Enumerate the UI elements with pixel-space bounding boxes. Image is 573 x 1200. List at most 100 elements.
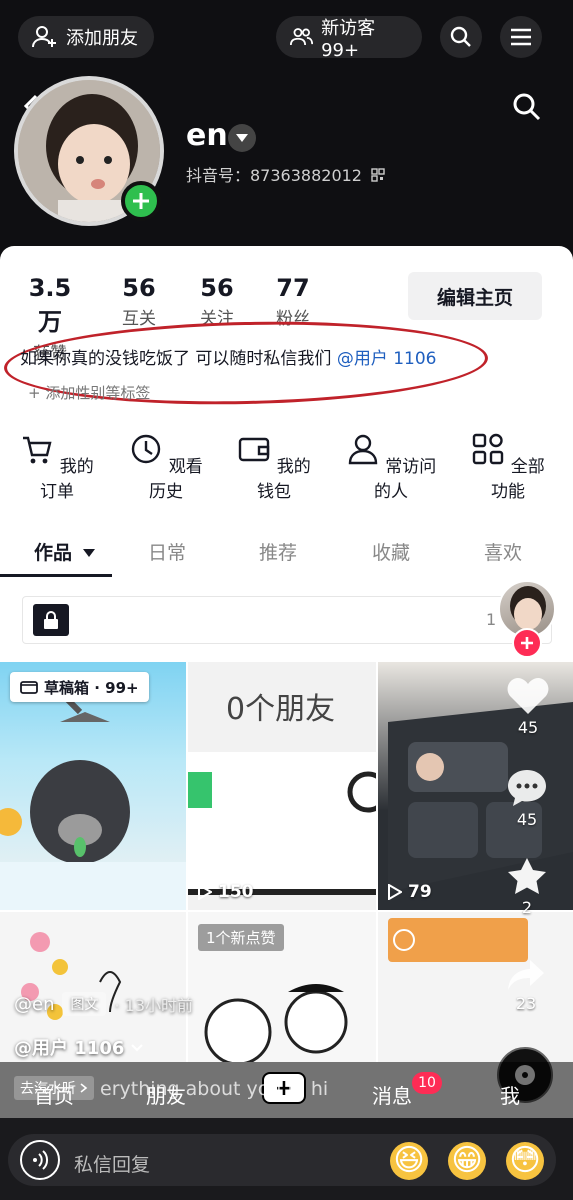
like-button[interactable]: 45: [506, 676, 550, 737]
hamburger-icon: [511, 28, 531, 46]
tab-label: 作品: [34, 542, 73, 564]
people-icon: [290, 28, 314, 46]
play-count-value: 79: [408, 882, 432, 902]
stat-value: 56: [200, 274, 234, 302]
stat-mutual[interactable]: 56 互关: [110, 274, 168, 329]
reply-placeholder: 私信回复: [74, 1154, 151, 1176]
avatar-add-button[interactable]: [121, 181, 161, 221]
tab-favorites[interactable]: 收藏: [372, 538, 410, 565]
private-works-count: 1: [486, 610, 497, 629]
comment-button[interactable]: 45: [506, 768, 548, 829]
caret-down-icon: [82, 549, 95, 557]
share-arrow-icon: [508, 960, 544, 990]
tab-likes[interactable]: 喜欢: [484, 538, 522, 565]
search-button[interactable]: [440, 16, 482, 58]
douyin-id-text: 抖音号：87363882012: [186, 166, 362, 185]
grid-icon: [473, 433, 504, 465]
drafts-badge[interactable]: 草稿箱 · 99+: [10, 672, 149, 702]
add-person-icon: [32, 26, 56, 48]
lock-icon: [33, 604, 69, 636]
favorite-button[interactable]: 2: [506, 856, 548, 917]
private-works-row[interactable]: 私密作品: [22, 596, 552, 644]
qr-code-icon: [371, 168, 385, 182]
content-tabs: 作品 日常 推荐 收藏 喜欢: [0, 528, 573, 576]
clock-icon: [132, 434, 161, 464]
wallet-icon: [239, 437, 270, 462]
plus-icon: [521, 637, 533, 649]
author-handle: @en: [14, 993, 55, 1015]
voice-wave-icon: [33, 1150, 49, 1170]
new-like-badge: 1个新点赞: [198, 924, 284, 951]
tab-recommend[interactable]: 推荐: [259, 538, 297, 565]
add-friend-button[interactable]: 添加朋友: [18, 16, 154, 58]
func-label: 常访问的人: [374, 457, 437, 502]
share-button[interactable]: 23: [506, 958, 546, 1013]
post-mention[interactable]: @用户 1106: [14, 1034, 143, 1060]
friends-count-overlay: 0个朋友: [226, 692, 336, 727]
music-marquee: erything about you in hi: [100, 1078, 329, 1100]
comment-count: 45: [516, 810, 538, 829]
bio-mention-link[interactable]: @用户 1106: [337, 349, 437, 369]
menu-button[interactable]: [500, 16, 542, 58]
emoji-laugh-cry-icon[interactable]: 😆: [390, 1142, 428, 1180]
cart-icon: [23, 436, 52, 464]
bio: 如果你真的没钱吃饭了 可以随时私信我们 @用户 1106: [20, 344, 436, 369]
post-author[interactable]: @en 图文 · 13小时前: [14, 992, 193, 1016]
messages-badge: 10: [412, 1072, 442, 1094]
favorite-count: 2: [521, 898, 533, 917]
new-visitors-button[interactable]: 新访客 99+: [276, 16, 422, 61]
drafts-icon: [20, 681, 38, 694]
follow-plus-button[interactable]: [512, 628, 542, 658]
bio-text: 如果你真的没钱吃饭了 可以随时私信我们: [20, 349, 332, 369]
music-app-tag-text: 去汽水听: [20, 1081, 76, 1097]
drafts-label: 草稿箱 · 99+: [44, 678, 139, 697]
post-time: · 13小时前: [114, 996, 194, 1015]
play-icon: [198, 884, 212, 900]
stat-value: 77: [276, 274, 310, 302]
stat-following[interactable]: 56 关注: [188, 274, 246, 329]
func-wallet[interactable]: 我的钱包: [234, 432, 314, 502]
post-type-tag: 图文: [62, 992, 107, 1016]
music-app-tag[interactable]: 去汽水听: [14, 1076, 95, 1100]
plus-icon: [133, 193, 149, 209]
douyin-id[interactable]: 抖音号：87363882012: [186, 162, 385, 186]
heart-icon: [507, 678, 549, 714]
func-frequent[interactable]: 常访问的人: [342, 432, 440, 502]
edit-profile-button[interactable]: 编辑主页: [408, 272, 542, 320]
private-works-label: 私密作品: [81, 612, 149, 633]
stat-label: 互关: [122, 309, 156, 329]
add-tags-link[interactable]: + 添加性别等标签: [28, 382, 150, 403]
share-count: 23: [515, 994, 537, 1013]
person-icon: [348, 434, 377, 465]
top-bar: 添加朋友 新访客 99+: [0, 0, 573, 76]
stat-value: 56: [122, 274, 156, 302]
func-history[interactable]: 观看历史: [124, 432, 208, 502]
tab-indicator: [0, 574, 112, 577]
search-icon: [450, 26, 471, 47]
chevron-down-icon: [130, 1044, 143, 1052]
like-count: 45: [517, 718, 539, 737]
caret-down-icon: [236, 134, 248, 142]
add-friend-label: 添加朋友: [66, 28, 138, 49]
tab-daily[interactable]: 日常: [148, 538, 186, 565]
comment-icon: [508, 770, 546, 806]
new-visitors-label: 新访客 99+: [321, 17, 376, 61]
chevron-right-icon: [80, 1083, 88, 1093]
post-mention-text: @用户 1106: [14, 1038, 125, 1059]
play-count: 150: [198, 882, 254, 902]
search-icon[interactable]: [512, 92, 542, 122]
nav-me[interactable]: 我: [500, 1080, 520, 1109]
nav-messages[interactable]: 消息: [372, 1080, 412, 1109]
account-switch-button[interactable]: [228, 124, 256, 152]
func-orders[interactable]: 我的订单: [18, 432, 96, 502]
func-all[interactable]: 全部功能: [468, 432, 548, 502]
tab-works[interactable]: 作品: [34, 538, 95, 565]
stat-value: 3.5万: [28, 274, 72, 336]
emoji-grin-icon[interactable]: 😁: [448, 1142, 486, 1180]
play-icon: [388, 884, 402, 900]
star-icon: [508, 858, 546, 894]
voice-button[interactable]: [20, 1140, 60, 1180]
profile-name: en: [186, 118, 228, 153]
emoji-shock-icon[interactable]: 😳: [506, 1142, 544, 1180]
play-count-value: 150: [218, 882, 254, 902]
